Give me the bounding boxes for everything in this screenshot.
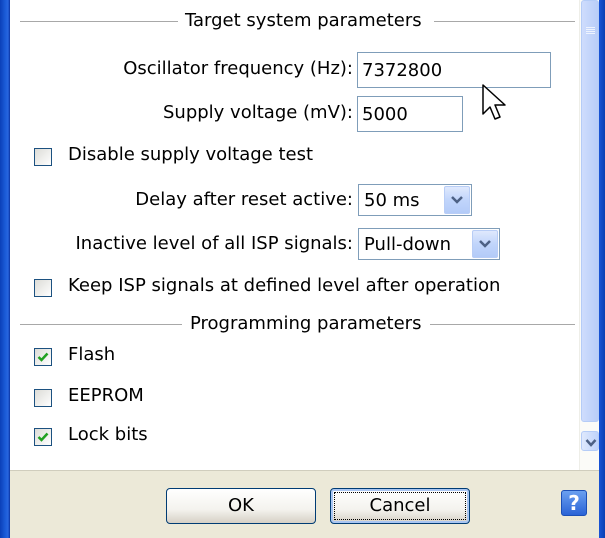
help-icon[interactable]: ?: [561, 490, 587, 516]
cancel-button[interactable]: Cancel: [330, 488, 470, 524]
keep-isp-signals-checkbox[interactable]: [34, 279, 52, 297]
parameters-panel: Target system parameters Oscillator freq…: [10, 0, 579, 470]
supply-voltage-label: Supply voltage (mV):: [163, 102, 353, 123]
keep-isp-signals-label: Keep ISP signals at defined level after …: [68, 275, 501, 296]
window-frame-right: [599, 0, 605, 538]
dialog-window: Target system parameters Oscillator freq…: [0, 0, 605, 538]
supply-voltage-input[interactable]: [357, 96, 463, 132]
grip-icon: [586, 27, 595, 28]
lock-bits-label: Lock bits: [68, 424, 148, 445]
oscillator-frequency-label: Oscillator frequency (Hz):: [123, 58, 353, 79]
chevron-down-icon[interactable]: [472, 230, 498, 258]
window-frame-left: [0, 0, 10, 538]
eeprom-checkbox[interactable]: [34, 389, 52, 407]
scroll-down-button[interactable]: [581, 431, 599, 451]
chevron-down-icon[interactable]: [444, 186, 470, 214]
disable-supply-test-checkbox[interactable]: [34, 148, 52, 166]
oscillator-frequency-input[interactable]: [357, 52, 551, 88]
inactive-level-select[interactable]: Pull-down: [358, 228, 500, 260]
eeprom-label: EEPROM: [68, 385, 144, 406]
lock-bits-checkbox[interactable]: [34, 428, 52, 446]
dialog-button-bar: OK Cancel ?: [10, 470, 599, 538]
delay-after-reset-label: Delay after reset active:: [135, 189, 353, 210]
chevron-down-icon: [585, 439, 597, 447]
mouse-pointer-icon: [482, 84, 506, 120]
flash-label: Flash: [68, 344, 116, 365]
target-section-title: Target system parameters: [185, 10, 422, 31]
programming-section-title: Programming parameters: [190, 313, 422, 334]
vertical-scrollbar[interactable]: [579, 0, 599, 470]
inactive-level-label: Inactive level of all ISP signals:: [75, 233, 354, 254]
disable-supply-test-label: Disable supply voltage test: [68, 144, 314, 165]
scrollbar-thumb[interactable]: [581, 0, 599, 422]
flash-checkbox[interactable]: [34, 348, 52, 366]
target-section-header: Target system parameters: [20, 9, 575, 33]
delay-after-reset-select[interactable]: 50 ms: [358, 184, 472, 216]
ok-button[interactable]: OK: [166, 488, 316, 524]
programming-section-header: Programming parameters: [20, 312, 575, 336]
delay-after-reset-value: 50 ms: [364, 190, 420, 211]
inactive-level-value: Pull-down: [364, 234, 452, 255]
